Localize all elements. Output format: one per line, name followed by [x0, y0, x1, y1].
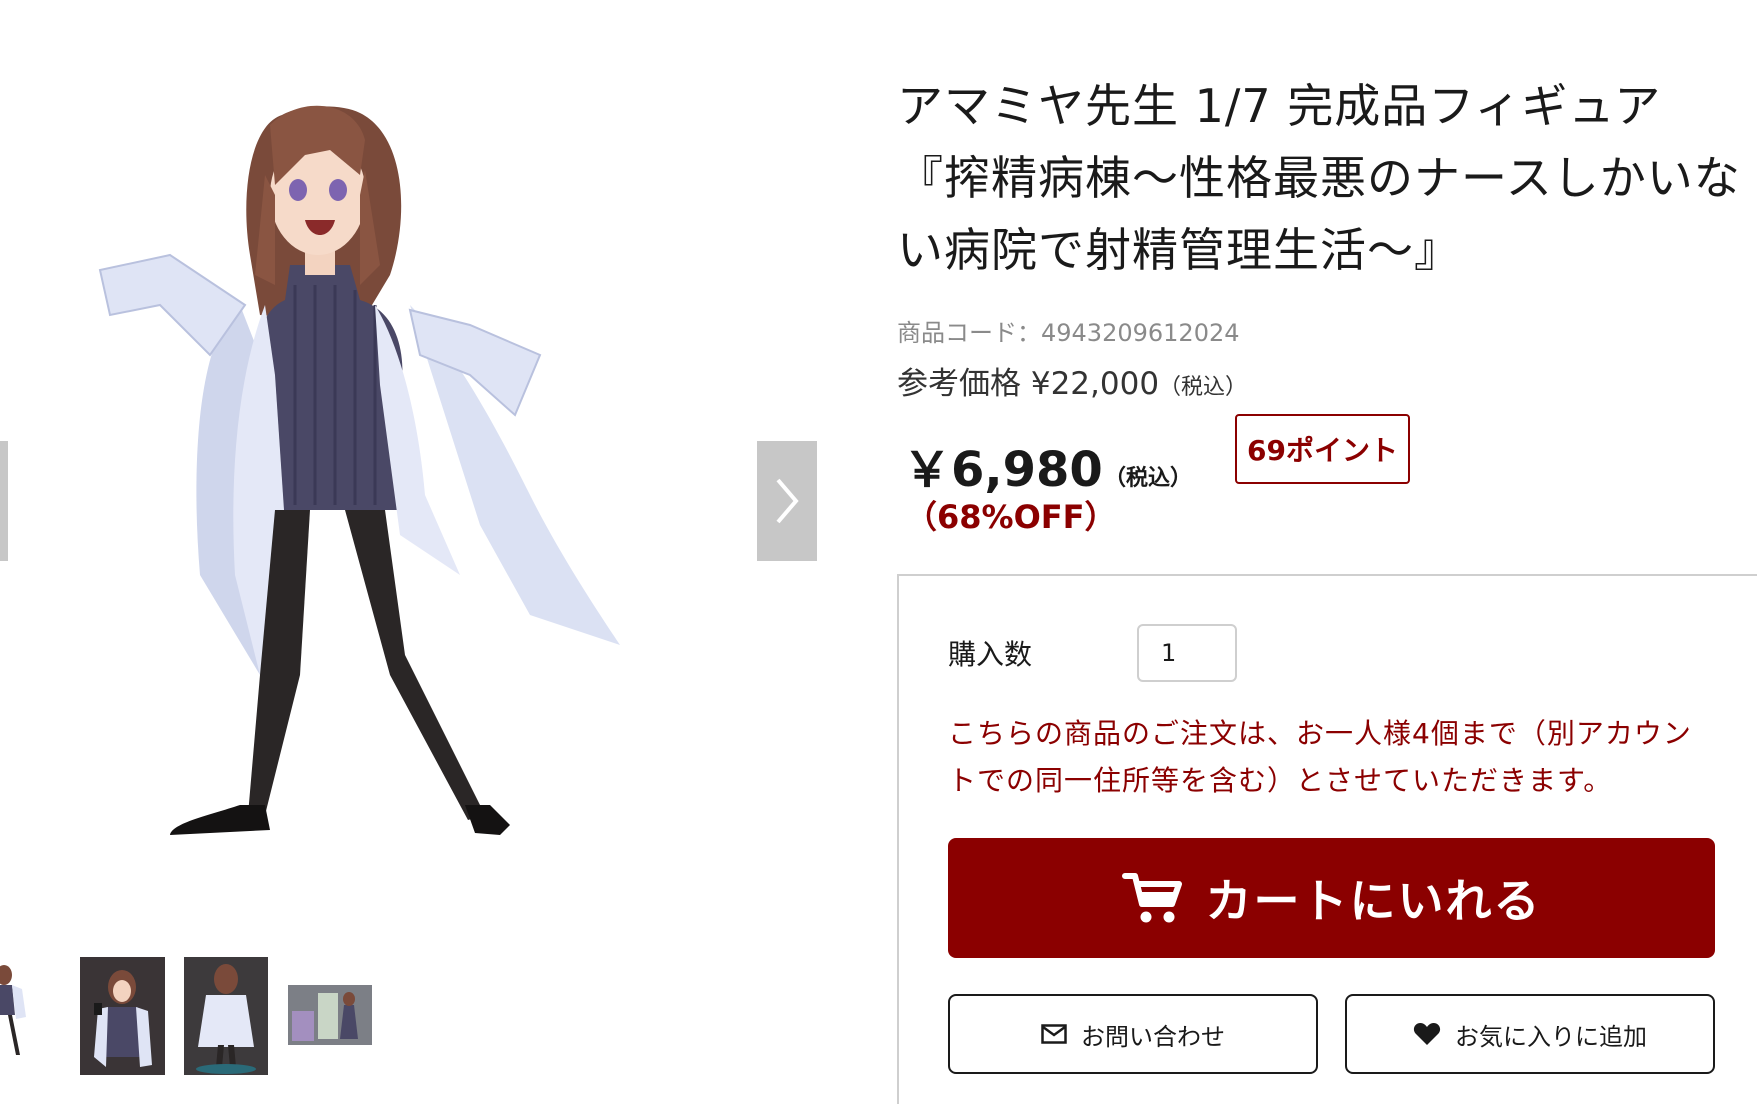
- quantity-input[interactable]: [1137, 624, 1237, 682]
- thumbnail-4-image: [288, 985, 372, 1045]
- inquiry-button[interactable]: お問い合わせ: [948, 994, 1318, 1074]
- reference-price-value: 参考価格 ¥22,000: [897, 366, 1160, 402]
- thumbnail-2[interactable]: [80, 957, 165, 1075]
- cart-icon: [1121, 873, 1182, 923]
- heart-icon: [1413, 1023, 1441, 1045]
- sale-price: ￥6,980: [903, 442, 1103, 498]
- points-badge: 69ポイント: [1235, 414, 1410, 484]
- reference-price: 参考価格 ¥22,000（税込）: [897, 358, 1247, 403]
- product-title: アマミヤ先生 1/7 完成品フィギュア『搾精病棟〜性格最悪のナースしかいない病院…: [897, 79, 1741, 277]
- thumbnail-2-image: [80, 957, 165, 1075]
- thumbnail-4[interactable]: [288, 985, 372, 1045]
- reference-price-tax: （税込）: [1159, 375, 1248, 400]
- favorite-label: お気に入りに追加: [1455, 1022, 1647, 1051]
- thumbnail-3-image: [184, 957, 268, 1075]
- order-limit-notice: こちらの商品のご注文は、お一人様4個まで（別アカウントでの同一住所等を含む）とさ…: [948, 717, 1692, 797]
- chevron-right-icon: [776, 478, 799, 524]
- product-code: 商品コード：4943209612024: [897, 319, 1240, 347]
- mail-icon: [1041, 1024, 1067, 1044]
- purchase-box: 購入数 こちらの商品のご注文は、お一人様4個まで（別アカウントでの同一住所等を含…: [897, 574, 1757, 1104]
- add-to-favorites-button[interactable]: お気に入りに追加: [1345, 994, 1715, 1074]
- inquiry-label: お問い合わせ: [1081, 1022, 1225, 1051]
- product-info: アマミヤ先生 1/7 完成品フィギュア『搾精病棟〜性格最悪のナースしかいない病院…: [897, 0, 1757, 1104]
- quantity-label: 購入数: [948, 638, 1033, 671]
- gallery-next-button[interactable]: [757, 441, 817, 561]
- product-gallery: [0, 0, 830, 1104]
- sale-price-tax: （税込）: [1104, 466, 1193, 491]
- thumbnail-3[interactable]: [184, 957, 268, 1075]
- discount-rate: （68%OFF）: [905, 498, 1117, 536]
- gallery-prev-button[interactable]: [0, 441, 8, 561]
- add-to-cart-label: カートにいれる: [1205, 874, 1542, 928]
- thumbnail-1-image: [0, 965, 26, 1055]
- product-main-image: [98, 105, 620, 835]
- thumbnail-1[interactable]: [0, 955, 48, 1065]
- add-to-cart-button[interactable]: カートにいれる: [948, 838, 1715, 958]
